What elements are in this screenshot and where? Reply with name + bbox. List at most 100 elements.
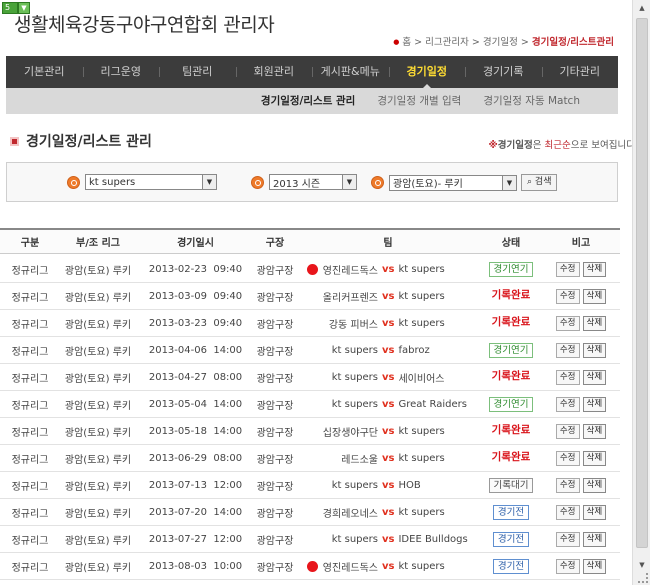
- cell-gubun: 정규리그: [11, 481, 49, 493]
- notice-label: 경기일정: [497, 140, 533, 151]
- away-team[interactable]: Great Raiders: [398, 399, 466, 410]
- breadcrumb-level2[interactable]: 경기일정: [483, 37, 518, 48]
- edit-button[interactable]: 수정: [555, 342, 580, 358]
- delete-button[interactable]: 삭제: [582, 477, 607, 493]
- edit-button[interactable]: 수정: [555, 477, 580, 493]
- home-team[interactable]: 강동 피버스: [329, 316, 378, 331]
- delete-button[interactable]: 삭제: [582, 288, 607, 304]
- away-team[interactable]: kt supers: [398, 291, 444, 302]
- team-logo-icon: [306, 263, 318, 275]
- edit-button[interactable]: 수정: [555, 423, 580, 439]
- edit-button[interactable]: 수정: [555, 558, 580, 574]
- cell-field: 광암구장: [256, 400, 294, 412]
- away-team[interactable]: kt supers: [398, 426, 444, 437]
- breadcrumb-home[interactable]: 홈: [402, 37, 411, 48]
- status-badge[interactable]: 경기연기: [488, 261, 534, 277]
- vs-label: vs: [382, 479, 395, 491]
- nav-item-basic[interactable]: 기본관리: [6, 56, 83, 88]
- cell-datetime: 2013-07-20 14:00: [148, 499, 243, 525]
- away-team[interactable]: 세이비어스: [398, 370, 444, 385]
- delete-button[interactable]: 삭제: [582, 369, 607, 385]
- home-team[interactable]: 영진레드독스: [323, 262, 378, 277]
- edit-button[interactable]: 수정: [555, 531, 580, 547]
- away-team[interactable]: kt supers: [398, 453, 444, 464]
- vertical-scrollbar[interactable]: ▲ ▼: [632, 0, 650, 585]
- home-team[interactable]: kt supers: [332, 399, 378, 410]
- subnav-item-single[interactable]: 경기일정 개별 입력: [377, 88, 461, 114]
- nav-item-member[interactable]: 회원관리: [235, 56, 313, 88]
- notice-tail: 으로 보여집니다.: [570, 140, 638, 151]
- cell-status: 기록완료: [476, 283, 546, 309]
- edit-button[interactable]: 수정: [555, 504, 580, 520]
- cell-time: 08:00: [213, 371, 243, 383]
- away-team[interactable]: kt supers: [398, 264, 444, 275]
- delete-button[interactable]: 삭제: [582, 531, 607, 547]
- delete-button[interactable]: 삭제: [582, 261, 607, 277]
- league-select-value: 광암(토요)- 루키: [393, 179, 463, 190]
- home-team[interactable]: kt supers: [332, 345, 378, 356]
- delete-button[interactable]: 삭제: [582, 423, 607, 439]
- delete-button[interactable]: 삭제: [582, 450, 607, 466]
- edit-button[interactable]: 수정: [555, 450, 580, 466]
- away-team[interactable]: kt supers: [398, 561, 444, 572]
- table-row: 정규리그 광암(토요) 루키 2013-05-18 14:00 광암구장 십장생야구단 v…: [0, 418, 620, 445]
- cell-league: 광암(토요) 루키: [64, 400, 132, 412]
- away-team[interactable]: kt supers: [398, 318, 444, 329]
- subnav-item-list[interactable]: 경기일정/리스트 관리: [261, 88, 355, 114]
- edit-button[interactable]: 수정: [555, 315, 580, 331]
- delete-button[interactable]: 삭제: [582, 342, 607, 358]
- delete-button[interactable]: 삭제: [582, 396, 607, 412]
- nav-item-team[interactable]: 팀관리: [159, 56, 236, 88]
- cell-team: 영진레드독스 vs kt supers: [300, 256, 476, 282]
- home-team[interactable]: kt supers: [332, 372, 378, 383]
- scroll-up-icon[interactable]: ▲: [636, 2, 648, 14]
- delete-button[interactable]: 삭제: [582, 315, 607, 331]
- home-team[interactable]: 레드소울: [341, 451, 378, 466]
- home-team[interactable]: 십장생야구단: [323, 424, 378, 439]
- edit-button[interactable]: 수정: [555, 261, 580, 277]
- status-badge[interactable]: 경기전: [492, 531, 530, 547]
- cell-gubun: 정규리그: [11, 535, 49, 547]
- delete-button[interactable]: 삭제: [582, 504, 607, 520]
- status-badge[interactable]: 경기전: [492, 558, 530, 574]
- nav-item-league[interactable]: 리그운영: [82, 56, 160, 88]
- away-team[interactable]: fabroz: [398, 345, 429, 356]
- delete-button[interactable]: 삭제: [582, 558, 607, 574]
- status-badge: 기록완료: [491, 369, 531, 382]
- status-badge[interactable]: 기록대기: [488, 477, 534, 493]
- away-team[interactable]: IDEE Bulldogs: [398, 534, 467, 545]
- team-select[interactable]: kt supers ▼: [85, 174, 217, 190]
- nav-item-schedule[interactable]: 경기일정: [388, 56, 466, 89]
- away-team[interactable]: HOB: [398, 480, 420, 491]
- home-team[interactable]: 영진레드독스: [323, 559, 378, 574]
- nav-item-board[interactable]: 게시판&메뉴: [312, 56, 389, 88]
- search-button[interactable]: ⌕ 검색: [521, 174, 558, 191]
- subnav-item-auto[interactable]: 경기일정 자동 Match: [483, 88, 580, 114]
- league-select[interactable]: 광암(토요)- 루키 ▼: [389, 174, 517, 191]
- vs-label: vs: [382, 344, 395, 356]
- home-team[interactable]: kt supers: [332, 480, 378, 491]
- table-row: 정규리그 광암(토요) 루키 2013-02-23 09:40 광암구장 영진레드독스 v…: [0, 256, 620, 283]
- resize-grip-icon[interactable]: [638, 573, 648, 583]
- home-team[interactable]: 경희레오네스: [323, 505, 378, 520]
- edit-button[interactable]: 수정: [555, 369, 580, 385]
- cell-field: 광암구장: [256, 292, 294, 304]
- cell-time: 09:40: [213, 263, 243, 275]
- away-team[interactable]: kt supers: [398, 507, 444, 518]
- nav-item-records[interactable]: 경기기록: [465, 56, 542, 88]
- scroll-thumb[interactable]: [636, 18, 648, 548]
- scroll-down-icon[interactable]: ▼: [636, 559, 648, 571]
- cell-status: 경기연기: [476, 391, 546, 417]
- home-team[interactable]: 올리커프렌즈: [323, 289, 378, 304]
- status-badge[interactable]: 경기전: [492, 504, 530, 520]
- season-select[interactable]: 2013 시즌 ▼: [269, 174, 357, 190]
- breadcrumb-level1[interactable]: 리그관리자: [425, 37, 469, 48]
- nav-item-etc[interactable]: 기타관리: [541, 56, 619, 88]
- season-select-value: 2013 시즌: [273, 178, 321, 190]
- status-badge[interactable]: 경기연기: [488, 396, 534, 412]
- edit-button[interactable]: 수정: [555, 288, 580, 304]
- edit-button[interactable]: 수정: [555, 396, 580, 412]
- home-team[interactable]: kt supers: [332, 534, 378, 545]
- cell-league: 광암(토요) 루키: [64, 265, 132, 277]
- status-badge[interactable]: 경기연기: [488, 342, 534, 358]
